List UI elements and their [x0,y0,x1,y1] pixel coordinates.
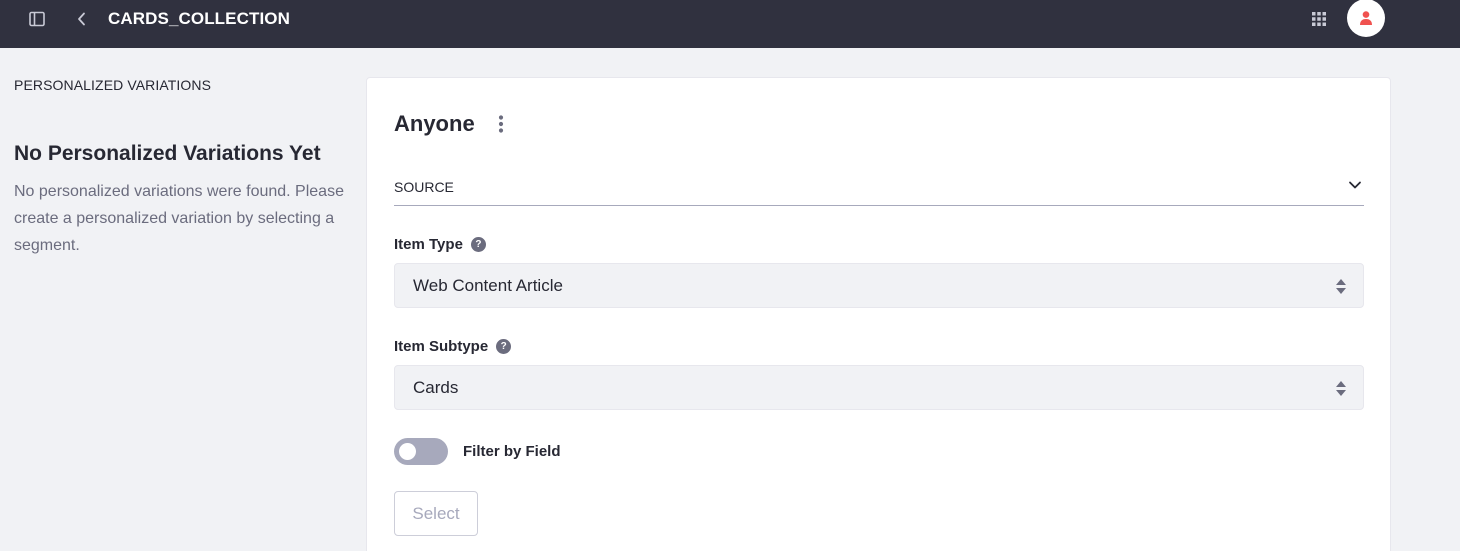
help-icon[interactable]: ? [470,237,486,252]
item-subtype-label-text: Item Subtype [394,338,489,355]
item-subtype-label: Item Subtype ? [394,338,512,355]
page-title: CARDS_COLLECTION [108,9,290,28]
user-avatar[interactable] [1347,0,1385,37]
filter-by-field-row: Filter by Field [394,437,561,465]
empty-state-title: No Personalized Variations Yet [14,142,321,165]
filter-by-field-toggle[interactable] [394,437,448,465]
empty-state-description: No personalized variations were found. P… [14,183,344,254]
item-type-value: Web Content Article [413,276,563,295]
caret-double-icon [1336,279,1346,294]
item-type-select[interactable]: Web Content Article [394,263,1364,308]
help-icon[interactable]: ? [496,339,512,354]
filter-by-field-label: Filter by Field [463,442,561,460]
back-chevron-icon[interactable] [71,8,93,30]
source-label: SOURCE [394,179,454,195]
item-type-label-text: Item Type [394,236,463,253]
source-collapse-toggle[interactable]: SOURCE [394,172,1364,206]
variation-config-card: Anyone SOURCE Item Type ? Web Content Ar… [366,77,1391,551]
item-subtype-value: Cards [413,378,459,397]
item-subtype-select[interactable]: Cards [394,365,1364,410]
kebab-menu-icon[interactable] [493,112,509,136]
variation-heading: Anyone [394,111,475,136]
apps-grid-icon[interactable] [1308,8,1330,30]
chevron-down-icon [1349,181,1361,189]
item-type-label: Item Type ? [394,236,486,253]
section-label: PERSONALIZED VARIATIONS [14,77,212,93]
top-navigation-bar: CARDS_COLLECTION [0,0,1460,48]
sidebar-toggle-icon[interactable] [26,8,48,30]
toggle-knob [399,442,416,460]
user-icon [1360,11,1372,25]
caret-double-icon [1336,381,1346,396]
select-button[interactable]: Select [394,491,478,536]
